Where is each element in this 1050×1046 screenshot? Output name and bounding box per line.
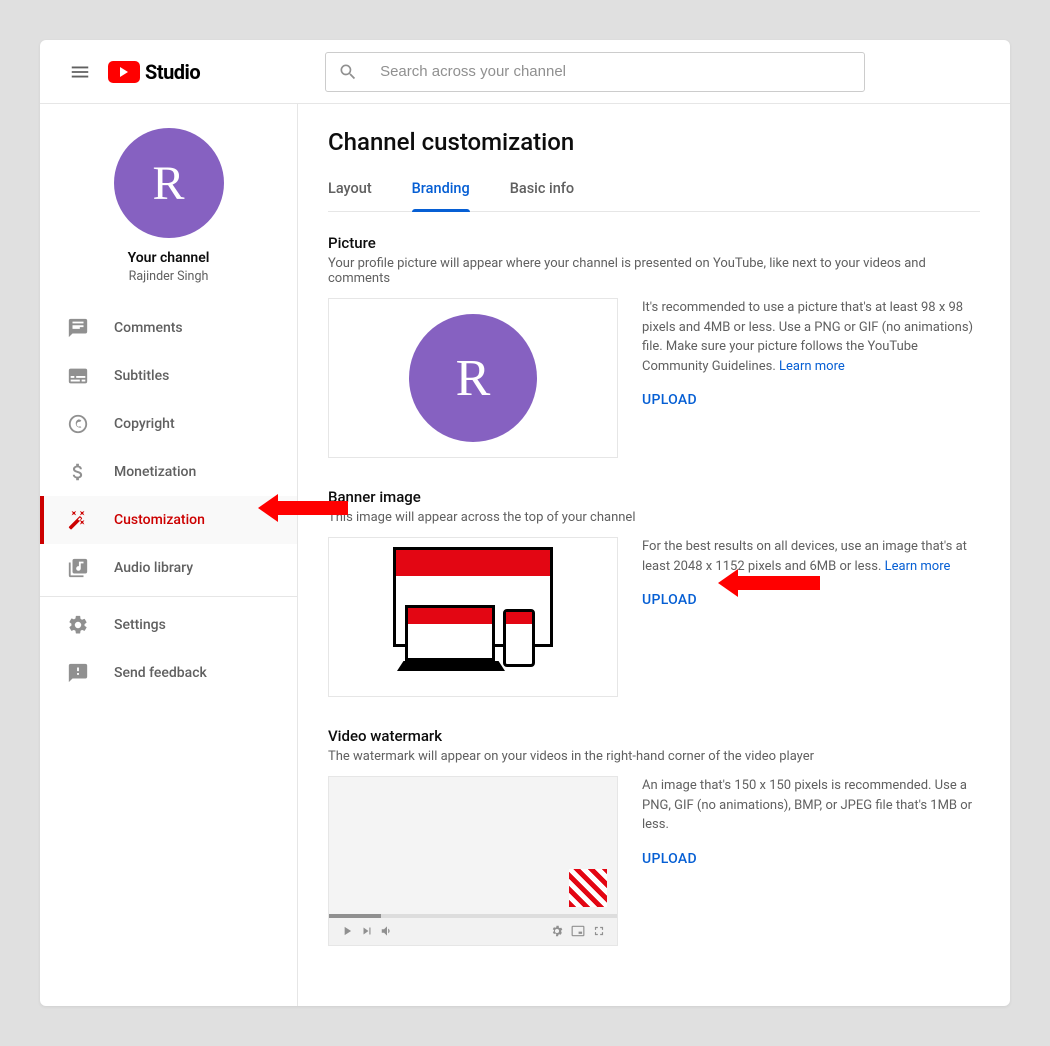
menu-button[interactable] [60,52,100,92]
hamburger-icon [69,61,91,83]
sidebar-item-settings[interactable]: Settings [40,601,297,649]
tab-layout[interactable]: Layout [328,166,372,211]
magic-wand-icon [66,509,90,531]
app-header: Studio [40,40,1010,104]
fullscreen-icon [592,924,606,938]
section-watermark: Video watermark The watermark will appea… [328,727,980,946]
sidebar-nav: Comments Subtitles Copyright Monetizatio… [40,304,297,697]
upload-picture-button[interactable]: UPLOAD [642,390,697,411]
sidebar-item-customization[interactable]: Customization [40,496,297,544]
miniplayer-icon [570,924,586,938]
devices-graphic [383,547,563,687]
sidebar-item-copyright[interactable]: Copyright [40,400,297,448]
sidebar-item-monetization[interactable]: Monetization [40,448,297,496]
main-content: Channel customization Layout Branding Ba… [298,104,1010,1006]
sidebar-item-feedback[interactable]: Send feedback [40,649,297,697]
section-title: Picture [328,234,980,252]
section-desc: The watermark will appear on your videos… [328,749,980,764]
section-banner: Banner image This image will appear acro… [328,488,980,697]
video-controls [329,917,617,945]
banner-info: For the best results on all devices, use… [642,537,980,697]
subtitles-icon [66,365,90,387]
banner-preview [328,537,618,697]
youtube-play-icon [108,61,140,83]
sidebar-item-label: Monetization [114,464,196,480]
section-title: Video watermark [328,727,980,745]
search-box[interactable] [325,52,865,92]
channel-owner: Rajinder Singh [40,269,297,284]
feedback-icon [66,662,90,684]
tabs: Layout Branding Basic info [328,166,980,212]
search-input[interactable] [380,63,852,80]
app-window: Studio R Your channel Rajinder Singh Com… [40,40,1010,1006]
sidebar-item-label: Copyright [114,416,175,432]
youtube-studio-logo[interactable]: Studio [108,60,200,84]
sidebar-item-label: Audio library [114,560,193,576]
page-title: Channel customization [328,128,980,156]
sidebar-item-label: Comments [114,320,183,336]
search-icon [338,62,358,82]
picture-avatar: R [409,314,537,442]
upload-watermark-button[interactable]: UPLOAD [642,849,697,870]
section-picture: Picture Your profile picture will appear… [328,234,980,458]
upload-banner-button[interactable]: UPLOAD [642,590,697,611]
sidebar-item-label: Send feedback [114,665,207,681]
learn-more-link[interactable]: Learn more [779,359,845,374]
channel-title: Your channel [40,250,297,266]
volume-icon [380,924,394,938]
section-desc: Your profile picture will appear where y… [328,256,980,286]
sidebar-item-label: Subtitles [114,368,169,384]
watermark-swatch [569,869,607,907]
sidebar-item-label: Settings [114,617,166,633]
settings-icon [550,924,564,938]
watermark-preview [328,776,618,946]
sidebar-item-audio-library[interactable]: Audio library [40,544,297,592]
picture-info: It's recommended to use a picture that's… [642,298,980,458]
watermark-info: An image that's 150 x 150 pixels is reco… [642,776,980,946]
copyright-icon [66,413,90,435]
annotation-arrow [718,571,820,595]
section-title: Banner image [328,488,980,506]
comments-icon [66,317,90,339]
logo-text: Studio [145,60,200,84]
sidebar: R Your channel Rajinder Singh Comments S… [40,104,298,1006]
channel-block: R Your channel Rajinder Singh [40,104,297,304]
tab-branding[interactable]: Branding [412,166,470,211]
next-icon [360,924,374,938]
picture-preview: R [328,298,618,458]
gear-icon [66,614,90,636]
learn-more-link[interactable]: Learn more [885,559,951,574]
section-desc: This image will appear across the top of… [328,510,980,525]
channel-avatar[interactable]: R [114,128,224,238]
audio-library-icon [66,557,90,579]
play-icon [340,924,354,938]
sidebar-item-label: Customization [114,512,205,528]
dollar-icon [66,461,90,483]
tab-basic-info[interactable]: Basic info [510,166,574,211]
sidebar-item-subtitles[interactable]: Subtitles [40,352,297,400]
sidebar-item-comments[interactable]: Comments [40,304,297,352]
